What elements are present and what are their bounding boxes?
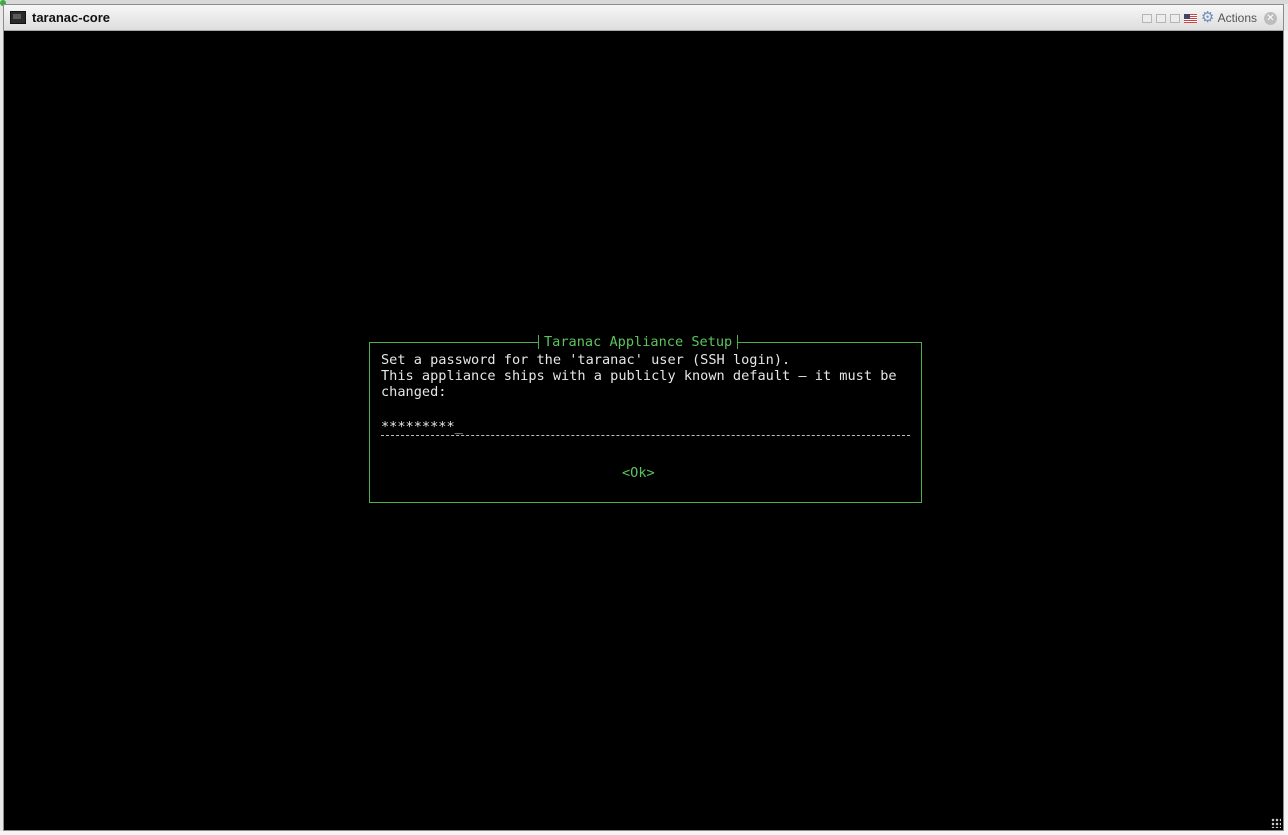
console-icon — [10, 11, 26, 24]
background-page-bottom — [0, 831, 1288, 835]
console-screen[interactable]: Taranac Appliance Setup Set a password f… — [4, 31, 1283, 830]
dialog-title: Taranac Appliance Setup — [538, 334, 739, 350]
dialog-prompt-line-3: changed: — [381, 384, 447, 400]
gear-icon[interactable]: ⚙ — [1201, 10, 1215, 25]
actions-menu-button[interactable]: Actions — [1218, 11, 1257, 25]
console-window: taranac-core ⚙ Actions ✕ Taranac Applian… — [3, 4, 1284, 831]
resize-grip[interactable] — [1271, 818, 1281, 828]
dialog-prompt-line-2: This appliance ships with a publicly kno… — [381, 368, 897, 384]
minimize-button[interactable] — [1141, 13, 1152, 23]
close-icon[interactable]: ✕ — [1264, 11, 1277, 25]
ok-button[interactable]: <Ok> — [622, 465, 655, 481]
dialog-prompt-line-1: Set a password for the 'taranac' user (S… — [381, 352, 791, 368]
maximize-button[interactable] — [1169, 13, 1180, 23]
titlebar-controls: ⚙ Actions ✕ — [1141, 10, 1277, 26]
window-titlebar[interactable]: taranac-core ⚙ Actions ✕ — [4, 5, 1283, 31]
password-input[interactable]: *********_ — [381, 419, 910, 436]
restore-button[interactable] — [1155, 13, 1166, 23]
setup-dialog: Taranac Appliance Setup Set a password f… — [369, 334, 922, 503]
us-flag-icon[interactable] — [1183, 13, 1197, 23]
background-page-edge — [1284, 31, 1288, 835]
window-title: taranac-core — [32, 10, 111, 25]
